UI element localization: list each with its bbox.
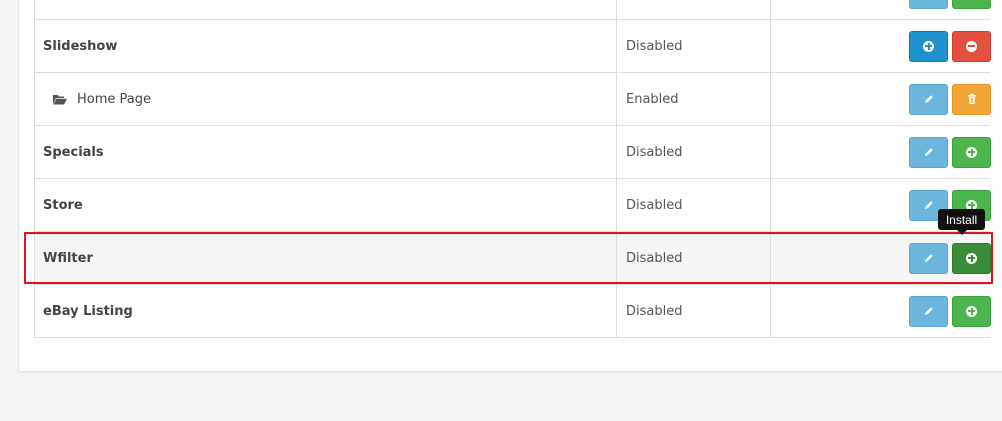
pencil-icon — [924, 95, 933, 103]
table-row: Slideshow Disabled — [34, 19, 991, 72]
row-actions — [770, 126, 991, 178]
install-tooltip: Install — [938, 209, 985, 235]
extension-status: Disabled — [616, 126, 770, 178]
extension-status: Disabled — [616, 285, 770, 337]
extension-name: Wfilter — [43, 250, 93, 266]
extension-name: Specials — [43, 144, 104, 160]
row-actions — [770, 285, 991, 337]
row-actions — [770, 232, 991, 284]
extension-status: Disabled — [616, 179, 770, 231]
table-row: Home Page Enabled — [34, 72, 991, 125]
row-actions — [770, 73, 991, 125]
pencil-icon — [924, 254, 933, 262]
extension-name — [43, 0, 616, 19]
plus-circle-icon — [966, 252, 977, 264]
edit-button[interactable] — [909, 0, 948, 9]
uninstall-button[interactable] — [952, 30, 991, 62]
edit-button[interactable] — [909, 242, 948, 274]
trash-icon — [967, 93, 976, 104]
folder-open-icon — [53, 94, 67, 104]
extension-name: Store — [43, 197, 83, 213]
table-row: Store Disabled — [34, 178, 991, 231]
pencil-icon — [924, 148, 933, 156]
row-actions — [770, 20, 991, 72]
edit-button[interactable] — [909, 295, 948, 327]
delete-button[interactable] — [952, 83, 991, 115]
install-button[interactable] — [952, 0, 991, 9]
install-button[interactable] — [952, 136, 991, 168]
install-button[interactable] — [952, 242, 991, 274]
table-bottom-border — [34, 337, 990, 338]
pencil-icon — [924, 201, 933, 209]
row-actions — [770, 0, 991, 19]
install-button[interactable] — [952, 295, 991, 327]
table-row: Wfilter Disabled — [34, 231, 991, 284]
extension-status — [616, 0, 770, 19]
module-name: Home Page — [53, 73, 626, 125]
table-row: eBay Listing Disabled — [34, 284, 991, 337]
table-row — [34, 0, 991, 19]
plus-circle-icon — [966, 146, 977, 158]
extension-status: Disabled — [616, 232, 770, 284]
add-module-button[interactable] — [909, 30, 948, 62]
minus-circle-icon — [966, 40, 977, 52]
extension-status: Disabled — [616, 20, 770, 72]
plus-circle-icon — [966, 305, 977, 317]
edit-button[interactable] — [909, 136, 948, 168]
edit-button[interactable] — [909, 83, 948, 115]
extension-status: Enabled — [616, 73, 770, 125]
extension-name: eBay Listing — [43, 303, 133, 319]
table-row: Specials Disabled — [34, 125, 991, 178]
module-name-label: Home Page — [77, 91, 151, 107]
plus-circle-icon — [923, 40, 934, 52]
extension-name: Slideshow — [43, 38, 118, 54]
pencil-icon — [924, 307, 933, 315]
